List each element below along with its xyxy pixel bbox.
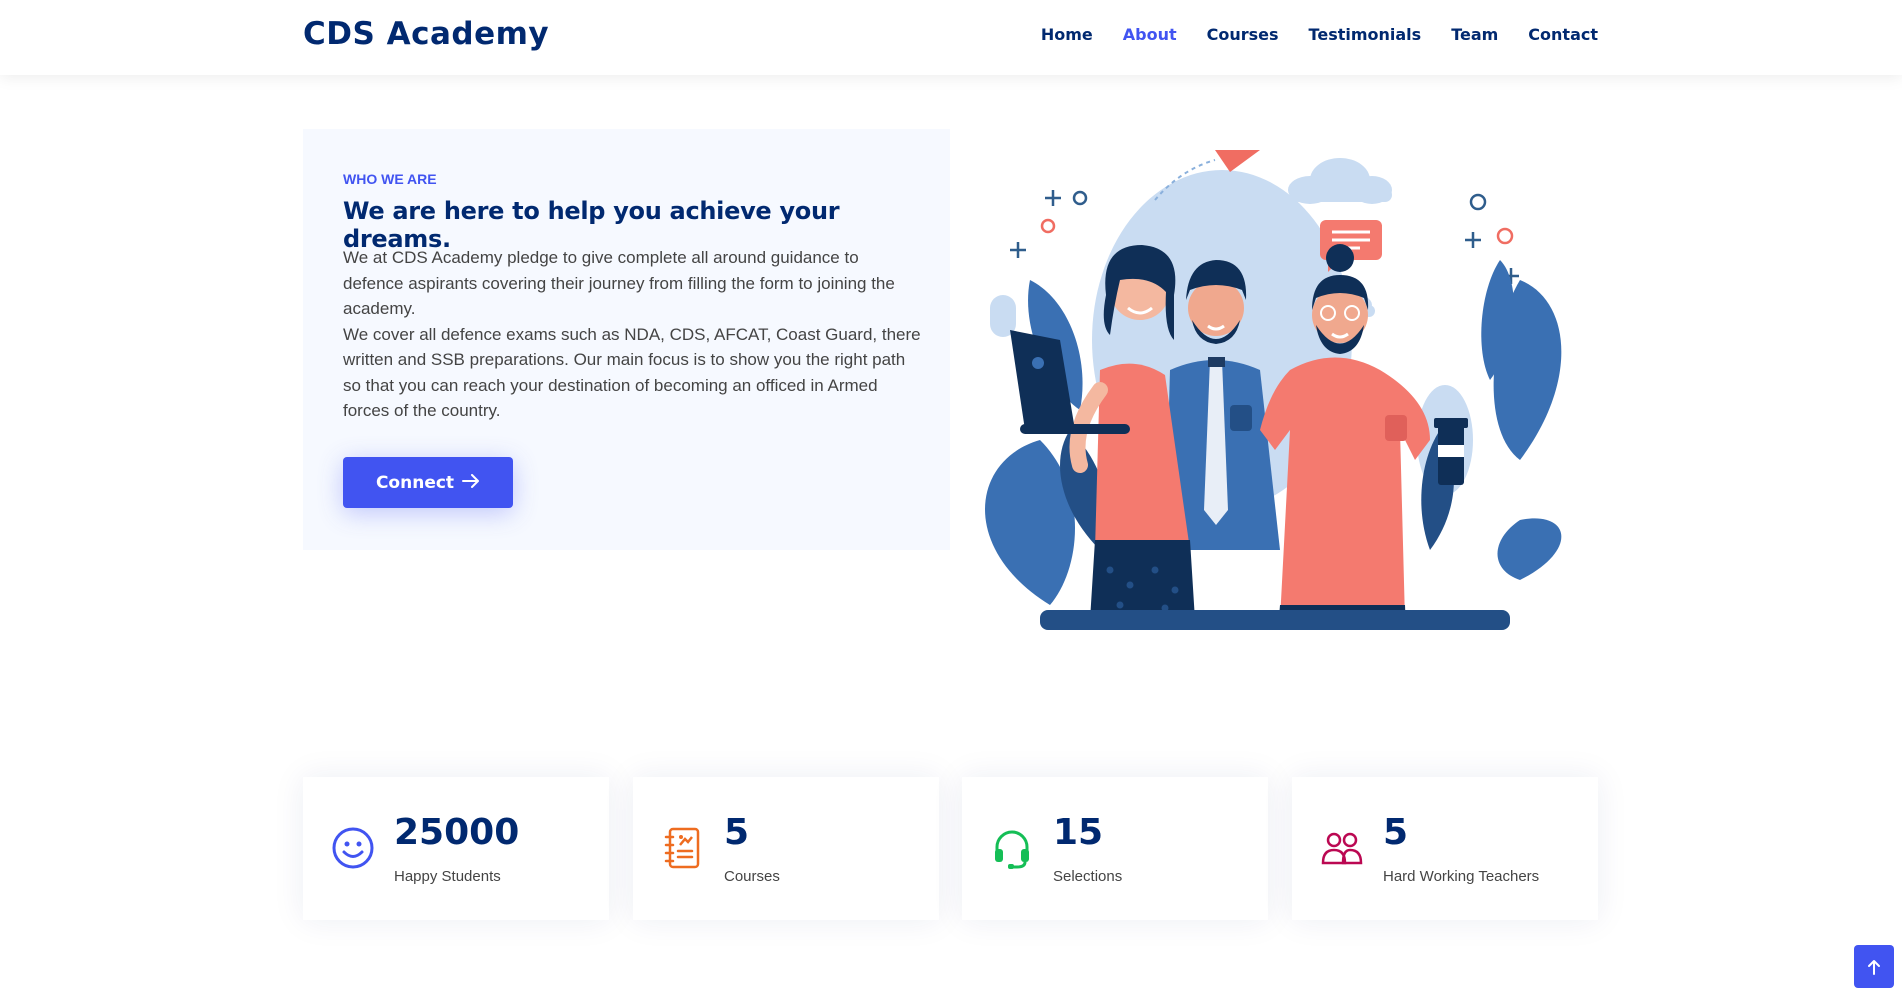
stat-value: 5 [1383, 812, 1409, 853]
site-logo[interactable]: CDS Academy [303, 16, 549, 52]
nav-about[interactable]: About [1108, 24, 1192, 46]
about-paragraph-1: We at CDS Academy pledge to give complet… [343, 248, 895, 318]
nav-home[interactable]: Home [1026, 24, 1108, 46]
arrow-right-icon [462, 473, 480, 492]
nav-team[interactable]: Team [1436, 24, 1513, 46]
connect-button[interactable]: Connect [343, 457, 513, 508]
main-nav: Home About Courses Testimonials Team Con… [1026, 24, 1598, 46]
stat-value: 15 [1053, 812, 1104, 853]
nav-contact[interactable]: Contact [1513, 24, 1598, 46]
stat-value: 25000 [394, 812, 520, 853]
about-eyebrow: WHO WE ARE [343, 171, 437, 187]
stat-value: 5 [724, 812, 750, 853]
nav-testimonials[interactable]: Testimonials [1294, 24, 1437, 46]
headset-icon [989, 825, 1035, 871]
arrow-up-icon [1868, 959, 1880, 975]
people-icon [1319, 825, 1365, 871]
back-to-top-button[interactable] [1854, 945, 1894, 988]
connect-button-label: Connect [375, 472, 455, 493]
journal-richtext-icon [660, 825, 706, 871]
about-illustration [960, 130, 1590, 635]
stat-card-teachers: 5 Hard Working Teachers [1292, 777, 1598, 920]
stat-card-courses: 5 Courses [633, 777, 939, 920]
stat-label: Courses [724, 868, 780, 885]
stat-card-selections: 15 Selections [962, 777, 1268, 920]
emoji-smile-icon [330, 825, 376, 871]
stat-label: Happy Students [394, 868, 501, 885]
about-text: We at CDS Academy pledge to give complet… [343, 245, 923, 424]
about-content-box: WHO WE ARE We are here to help you achie… [303, 129, 950, 550]
about-paragraph-2: We cover all defence exams such as NDA, … [343, 324, 921, 421]
nav-courses[interactable]: Courses [1192, 24, 1294, 46]
stat-label: Selections [1053, 868, 1123, 885]
site-header: CDS Academy Home About Courses Testimoni… [0, 0, 1902, 75]
stat-label: Hard Working Teachers [1383, 868, 1540, 885]
stat-card-happy-students: 25000 Happy Students [303, 777, 609, 920]
